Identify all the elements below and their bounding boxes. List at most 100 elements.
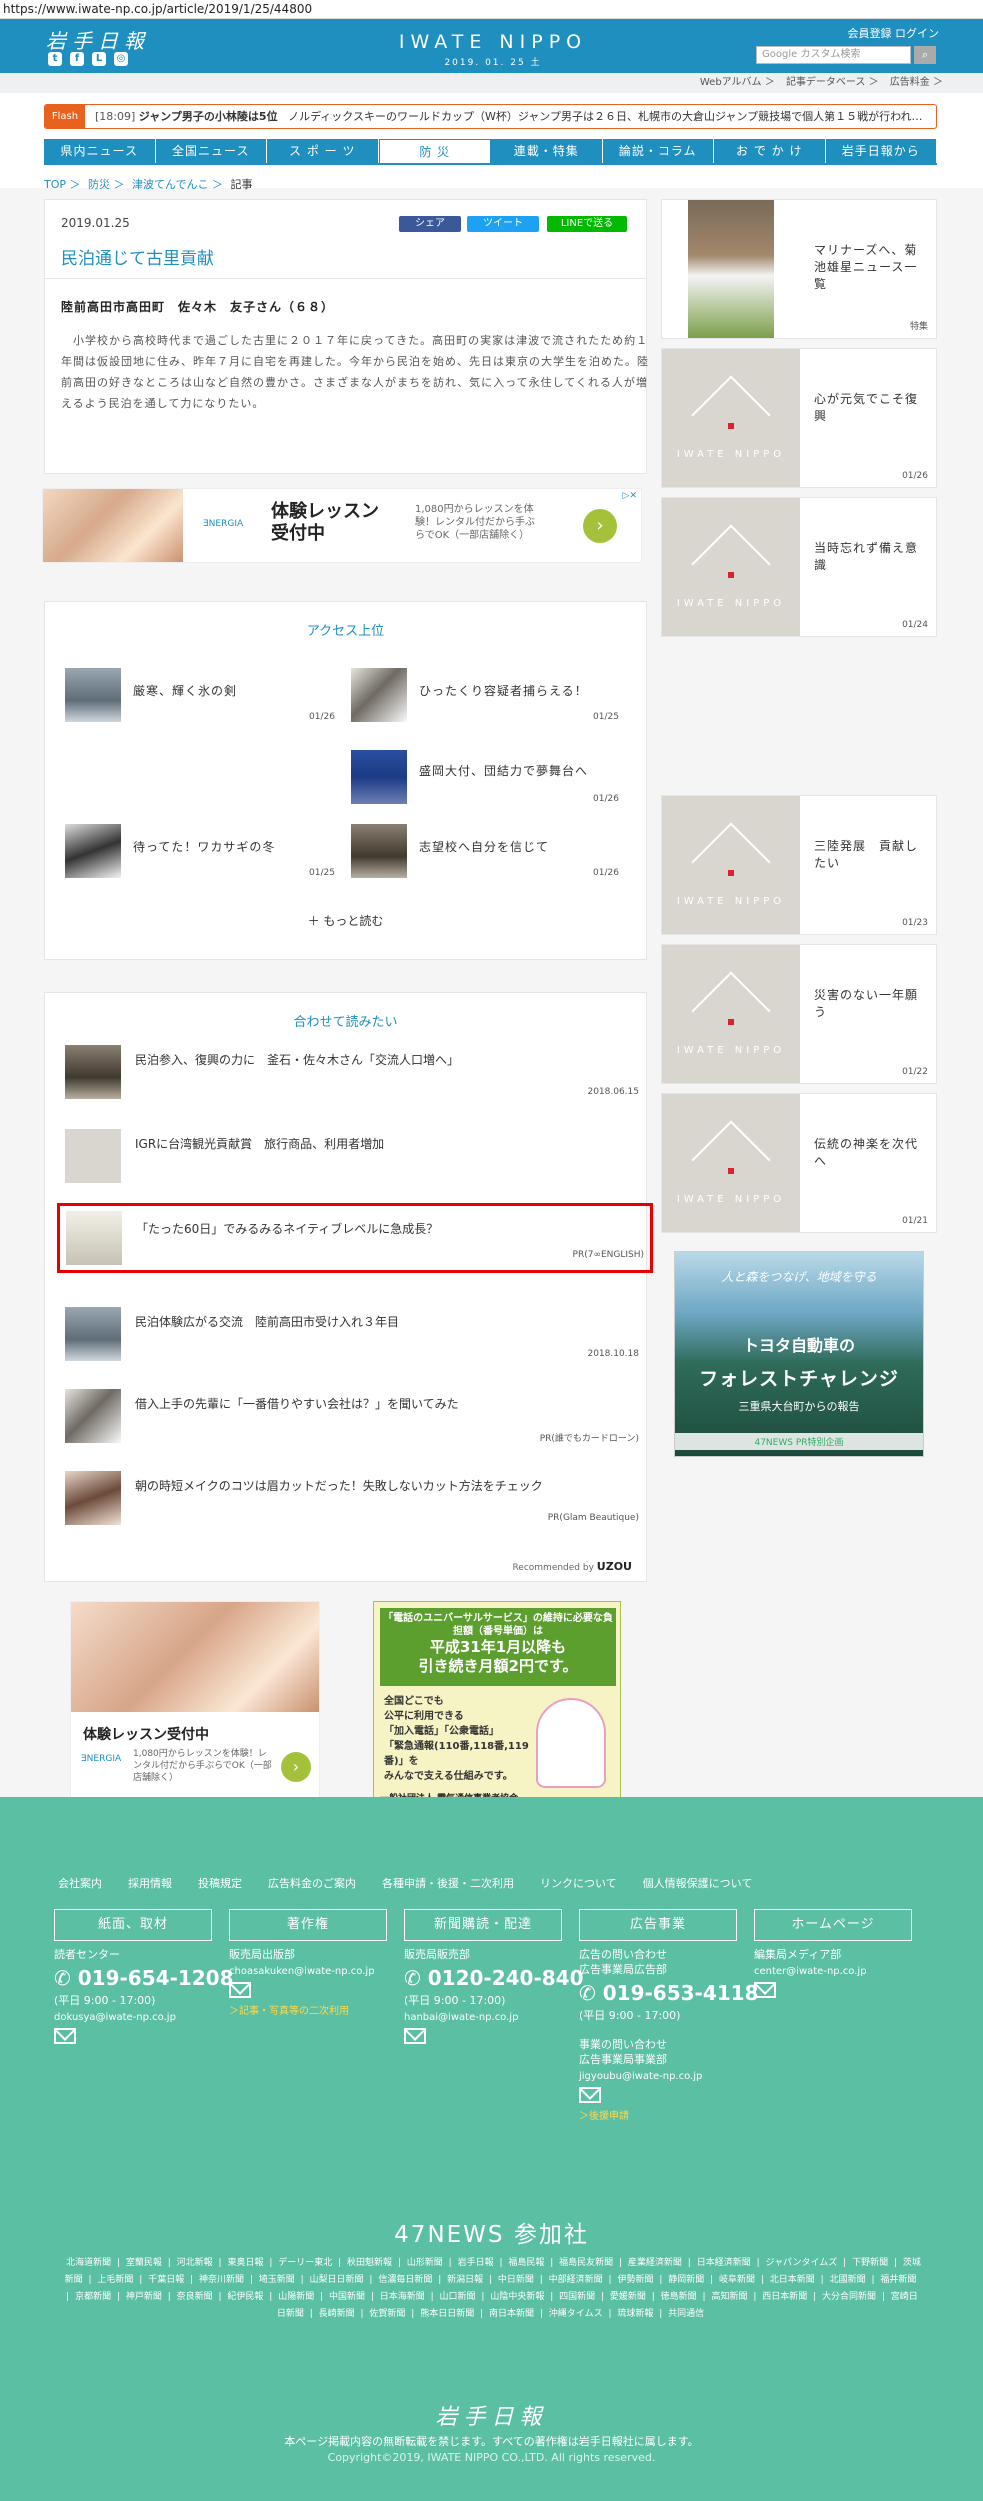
partner-paper-link[interactable]: 東奥日報 <box>227 2258 263 2268</box>
nav-item-sports[interactable]: ス ポ ー ツ <box>267 139 379 163</box>
partner-paper-link[interactable]: 岩手日報 <box>458 2258 494 2268</box>
access-thumb[interactable] <box>351 824 407 878</box>
mail-icon[interactable] <box>579 2087 601 2103</box>
sidebar-card[interactable]: マリナーズへ、菊池雄星ニュース一覧 特集 <box>661 199 937 339</box>
partner-paper-link[interactable]: 福島民報 <box>508 2258 544 2268</box>
facebook-icon[interactable]: f <box>70 52 84 66</box>
partner-paper-link[interactable]: 山形新聞 <box>407 2258 443 2268</box>
secondary-use-link[interactable]: ＞記事・写真等の二次利用 <box>229 2002 387 2017</box>
access-thumb[interactable] <box>65 824 121 878</box>
partner-paper-link[interactable]: 上毛新聞 <box>97 2275 133 2285</box>
sub-link-ad-rates[interactable]: 広告料金 ＞ <box>890 77 943 88</box>
facebook-share-button[interactable]: シェア <box>399 216 461 232</box>
lesson-ad[interactable]: 体験レッスン受付中 ƎNERGIA 1,080円からレッスンを体験！レンタル付だ… <box>70 1601 320 1806</box>
partner-paper-link[interactable]: 神奈川新聞 <box>199 2275 244 2285</box>
partner-paper-link[interactable]: 下野新聞 <box>852 2258 888 2268</box>
partner-paper-link[interactable]: 沖縄タイムス <box>549 2309 603 2319</box>
access-thumb[interactable] <box>65 668 121 722</box>
partner-paper-link[interactable]: 熊本日日新聞 <box>420 2309 474 2319</box>
nav-item-local[interactable]: 県内ニュース <box>44 139 156 163</box>
footer-logo[interactable]: 岩手日報 <box>0 2399 983 2431</box>
partner-paper-link[interactable]: ジャパンタイムズ <box>765 2258 837 2268</box>
nav-item-editorial[interactable]: 論説・コラム <box>602 139 714 163</box>
phone-number[interactable]: ✆ 019-654-1208 <box>54 1966 234 1990</box>
partner-paper-link[interactable]: 山陰中央新報 <box>490 2292 544 2302</box>
partner-paper-link[interactable]: 福島民友新聞 <box>559 2258 613 2268</box>
partner-paper-link[interactable]: 長崎新聞 <box>319 2309 355 2319</box>
read-more-button[interactable]: ＋ もっと読む <box>45 912 646 929</box>
partner-paper-link[interactable]: 神戸新聞 <box>126 2292 162 2302</box>
sub-link-database[interactable]: 記事データベース ＞ <box>786 77 879 88</box>
mail-icon[interactable] <box>754 1982 776 1998</box>
partner-paper-link[interactable]: 千葉日報 <box>148 2275 184 2285</box>
breadcrumb-top[interactable]: TOP ＞ <box>44 178 81 191</box>
access-item-title[interactable]: ひったくり容疑者捕らえる！ <box>419 682 588 699</box>
footer-link[interactable]: 投稿規定 <box>198 1875 242 1891</box>
partner-paper-link[interactable]: 埼玉新聞 <box>259 2275 295 2285</box>
partner-paper-link[interactable]: 北國新聞 <box>830 2275 866 2285</box>
adchoices-icon[interactable]: ▷✕ <box>623 491 637 501</box>
partner-paper-link[interactable]: 中国新聞 <box>329 2292 365 2302</box>
site-logo[interactable]: 岩手日報 <box>46 25 150 54</box>
universal-service-ad[interactable]: 「電話のユニバーサルサービス」の維持に必要な負担額（番号単価）は 平成31年1月… <box>373 1601 621 1809</box>
partner-paper-link[interactable]: 岐阜新聞 <box>719 2275 755 2285</box>
sidebar-card[interactable]: IWATE NIPPO 伝統の神楽を次代へ 01/21 <box>661 1093 937 1233</box>
partner-paper-link[interactable]: 新潟日報 <box>447 2275 483 2285</box>
partner-paper-link[interactable]: 日本海新聞 <box>380 2292 425 2302</box>
phone-number[interactable]: ✆ 0120-240-840 <box>404 1966 584 1990</box>
twitter-icon[interactable]: t <box>48 52 62 66</box>
partner-paper-link[interactable]: 北日本新聞 <box>770 2275 815 2285</box>
footer-link[interactable]: 個人情報保護について <box>643 1875 753 1891</box>
footer-link[interactable]: 採用情報 <box>128 1875 172 1891</box>
partner-paper-link[interactable]: 山梨日日新聞 <box>310 2275 364 2285</box>
partner-paper-link[interactable]: 日本経済新聞 <box>697 2258 751 2268</box>
partner-paper-link[interactable]: 愛媛新聞 <box>610 2292 646 2302</box>
footer-box[interactable]: ホームページ <box>754 1909 912 1941</box>
access-thumb[interactable] <box>351 750 407 804</box>
access-item-title[interactable]: 志望校へ自分を信じて <box>419 838 549 855</box>
list-item[interactable]: 民泊体験広がる交流 陸前高田市受け入れ３年目 2018.10.18 <box>65 1307 645 1367</box>
flash-text[interactable]: [18:09] ジャンプ男子の小林陵は5位 ノルディックスキーのワールドカップ（… <box>95 105 930 128</box>
partner-paper-link[interactable]: 琉球新報 <box>617 2309 653 2319</box>
breadcrumb-disaster[interactable]: 防災 ＞ <box>88 178 125 191</box>
email-address[interactable]: dokusya@iwate-np.co.jp <box>54 2012 212 2023</box>
mail-icon[interactable] <box>404 2028 426 2044</box>
email-address[interactable]: jigyoubu@iwate-np.co.jp <box>579 2071 737 2082</box>
partner-paper-link[interactable]: 南日本新聞 <box>489 2309 534 2319</box>
toyota-ad[interactable]: 人と森をつなげ、地域を守る トヨタ自動車の フォレストチャレンジ 三重県大台町か… <box>674 1251 924 1457</box>
partner-paper-link[interactable]: 信濃毎日新聞 <box>378 2275 432 2285</box>
search-input[interactable]: Google カスタム検索 <box>756 46 911 64</box>
nav-item-disaster[interactable]: 防 災 <box>378 139 491 163</box>
partner-paper-link[interactable]: 中部経済新聞 <box>549 2275 603 2285</box>
partner-paper-link[interactable]: 福井新聞 <box>880 2275 916 2285</box>
list-item[interactable]: IGRに台湾観光貢献賞 旅行商品、利用者増加 <box>65 1129 645 1189</box>
sponsorship-link[interactable]: ＞後援申請 <box>579 2107 737 2122</box>
partner-paper-link[interactable]: 山陽新聞 <box>278 2292 314 2302</box>
footer-box[interactable]: 紙面、取材 <box>54 1909 212 1941</box>
partner-paper-link[interactable]: デーリー東北 <box>278 2258 332 2268</box>
footer-link[interactable]: 会社案内 <box>58 1875 102 1891</box>
nav-item-from-nippo[interactable]: 岩手日報から <box>825 139 937 163</box>
twitter-share-button[interactable]: ツイート <box>467 216 539 232</box>
footer-link[interactable]: リンクについて <box>540 1875 617 1891</box>
mail-icon[interactable] <box>54 2028 76 2044</box>
sub-link-album[interactable]: Webアルバム ＞ <box>700 77 775 88</box>
chevron-right-icon[interactable]: › <box>583 509 617 543</box>
url-bar[interactable]: https://www.iwate-np.co.jp/article/2019/… <box>0 0 983 19</box>
ad-banner[interactable]: ƎNERGIA 体験レッスン 受付中 1,080円からレッスンを体験！レンタル付… <box>42 488 642 563</box>
footer-link[interactable]: 広告料金のご案内 <box>268 1875 356 1891</box>
partner-paper-link[interactable]: 共同通信 <box>668 2309 704 2319</box>
partner-paper-link[interactable]: 大分合同新聞 <box>822 2292 876 2302</box>
partner-paper-link[interactable]: 四国新聞 <box>559 2292 595 2302</box>
email-address[interactable]: center@iwate-np.co.jp <box>754 1966 912 1977</box>
search-icon[interactable]: ⌕ <box>914 46 936 64</box>
partner-paper-link[interactable]: 紀伊民報 <box>227 2292 263 2302</box>
access-thumb[interactable] <box>351 668 407 722</box>
recommended-by[interactable]: Recommended by UZOU <box>512 1560 632 1573</box>
sidebar-card[interactable]: IWATE NIPPO 当時忘れず備え意識 01/24 <box>661 497 937 637</box>
sidebar-card[interactable]: IWATE NIPPO 三陸発展 貢献したい 01/23 <box>661 795 937 935</box>
line-icon[interactable]: L <box>92 52 106 66</box>
nav-item-national[interactable]: 全国ニュース <box>155 139 267 163</box>
nav-item-outing[interactable]: お で か け <box>714 139 826 163</box>
access-item-title[interactable]: 待ってた！ワカサギの冬 <box>133 838 275 855</box>
